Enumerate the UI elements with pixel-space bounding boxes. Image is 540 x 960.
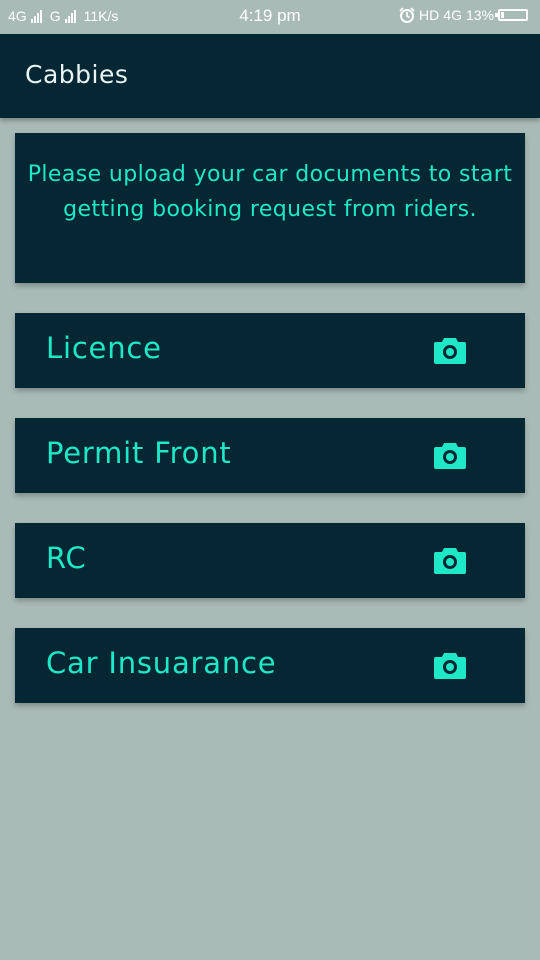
- status-bar: 4G G 11K/s 4:19 pm HD 4G 13%: [0, 0, 540, 34]
- document-label: Licence: [46, 331, 162, 365]
- document-rc[interactable]: RC: [15, 523, 525, 598]
- camera-icon[interactable]: [434, 441, 466, 469]
- upload-notice: Please upload your car documents to star…: [15, 133, 525, 283]
- app-bar: Cabbies: [0, 34, 540, 118]
- hd-label: HD: [419, 7, 440, 23]
- document-label: Car Insuarance: [46, 646, 277, 680]
- document-car-insurance[interactable]: Car Insuarance: [15, 628, 525, 703]
- document-label: RC: [46, 541, 87, 575]
- battery-icon: [495, 9, 528, 21]
- camera-icon[interactable]: [434, 651, 466, 679]
- document-permit-front[interactable]: Permit Front: [15, 418, 525, 493]
- status-right: HD 4G 13%: [399, 7, 528, 23]
- network-type-3: 4G: [443, 7, 462, 23]
- camera-icon[interactable]: [434, 546, 466, 574]
- app-title: Cabbies: [25, 60, 129, 89]
- battery-percent: 13%: [465, 7, 494, 23]
- document-label: Permit Front: [46, 436, 232, 470]
- alarm-icon: [399, 7, 415, 23]
- document-licence[interactable]: Licence: [15, 313, 525, 388]
- camera-icon[interactable]: [434, 336, 466, 364]
